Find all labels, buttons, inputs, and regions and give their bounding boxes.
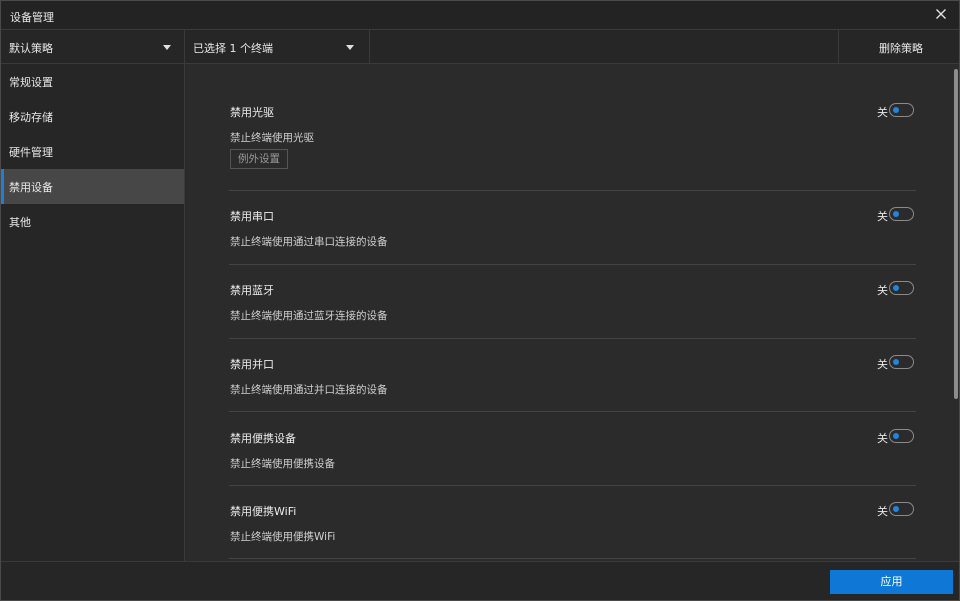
divider <box>229 190 916 191</box>
sidebar: 常规设置 移动存储 硬件管理 禁用设备 其他 <box>1 64 185 561</box>
toggle-knob <box>893 359 899 365</box>
toggle-switch[interactable]: 关 <box>877 429 917 445</box>
divider <box>229 485 916 486</box>
divider <box>229 338 916 339</box>
setting-description: 禁止终端使用便携设备 <box>230 458 335 470</box>
sidebar-item-label: 其他 <box>9 216 31 229</box>
policy-dropdown[interactable]: 默认策略 <box>1 30 185 64</box>
vertical-scrollbar[interactable] <box>954 64 959 561</box>
sidebar-item-removable-storage[interactable]: 移动存储 <box>1 99 184 134</box>
device-management-window: 设备管理 默认策略 已选择 1 个终端 删除策略 常规设置 移动存储 硬件管理 … <box>0 0 960 601</box>
divider <box>229 558 916 559</box>
sidebar-item-label: 硬件管理 <box>9 146 53 159</box>
delete-policy-button[interactable]: 删除策略 <box>838 30 959 64</box>
toggle-track <box>889 103 914 117</box>
toggle-track <box>889 355 914 369</box>
toggle-knob <box>893 285 899 291</box>
setting-title: 禁用光驱 <box>230 106 274 119</box>
toggle-switch[interactable]: 关 <box>877 207 917 223</box>
footer: 应用 <box>1 561 959 600</box>
toggle-label: 关 <box>877 210 888 223</box>
setting-title: 禁用蓝牙 <box>230 284 274 297</box>
toggle-track <box>889 502 914 516</box>
divider <box>229 411 916 412</box>
toggle-label: 关 <box>877 505 888 518</box>
toggle-label: 关 <box>877 432 888 445</box>
terminal-dropdown-label: 已选择 1 个终端 <box>193 42 273 55</box>
sidebar-item-label: 移动存储 <box>9 111 53 124</box>
toggle-knob <box>893 433 899 439</box>
setting-description: 禁止终端使用通过蓝牙连接的设备 <box>230 310 388 322</box>
toggle-track <box>889 429 914 443</box>
toggle-switch[interactable]: 关 <box>877 502 917 518</box>
scrollbar-thumb[interactable] <box>954 69 958 399</box>
setting-description: 禁止终端使用通过并口连接的设备 <box>230 384 388 396</box>
setting-description: 禁止终端使用光驱 <box>230 132 314 144</box>
caret-down-icon <box>163 45 171 50</box>
toggle-label: 关 <box>877 358 888 371</box>
setting-title: 禁用并口 <box>230 358 274 371</box>
toolbar: 默认策略 已选择 1 个终端 删除策略 <box>1 29 959 64</box>
toggle-track <box>889 281 914 295</box>
policy-dropdown-label: 默认策略 <box>9 42 53 55</box>
caret-down-icon <box>346 45 354 50</box>
sidebar-item-general[interactable]: 常规设置 <box>1 64 184 99</box>
sidebar-item-other[interactable]: 其他 <box>1 204 184 239</box>
toggle-track <box>889 207 914 221</box>
toggle-label: 关 <box>877 284 888 297</box>
setting-description: 禁止终端使用便携WiFi <box>230 531 336 543</box>
sidebar-item-hardware[interactable]: 硬件管理 <box>1 134 184 169</box>
setting-title: 禁用便携WiFi <box>230 505 297 518</box>
toggle-knob <box>893 107 899 113</box>
toggle-label: 关 <box>877 106 888 119</box>
divider <box>229 264 916 265</box>
apply-button[interactable]: 应用 <box>830 570 953 594</box>
setting-description: 禁止终端使用通过串口连接的设备 <box>230 236 388 248</box>
window-title: 设备管理 <box>10 11 54 24</box>
sidebar-item-label: 常规设置 <box>9 76 53 89</box>
terminal-dropdown[interactable]: 已选择 1 个终端 <box>185 30 370 64</box>
delete-policy-label: 删除策略 <box>879 42 923 55</box>
sidebar-item-label: 禁用设备 <box>9 181 53 194</box>
toggle-knob <box>893 506 899 512</box>
close-icon[interactable] <box>933 6 949 22</box>
setting-title: 禁用便携设备 <box>230 432 296 445</box>
settings-panel: 禁用光驱 关 禁止终端使用光驱 例外设置 禁用串口 关 禁止终端使用通过串口连接… <box>186 64 959 561</box>
setting-title: 禁用串口 <box>230 210 274 223</box>
toggle-switch[interactable]: 关 <box>877 281 917 297</box>
sidebar-item-disable-devices[interactable]: 禁用设备 <box>1 169 184 204</box>
title-bar: 设备管理 <box>1 1 959 29</box>
exception-settings-button[interactable]: 例外设置 <box>230 149 288 169</box>
toggle-switch[interactable]: 关 <box>877 103 917 119</box>
toggle-switch[interactable]: 关 <box>877 355 917 371</box>
toggle-knob <box>893 211 899 217</box>
